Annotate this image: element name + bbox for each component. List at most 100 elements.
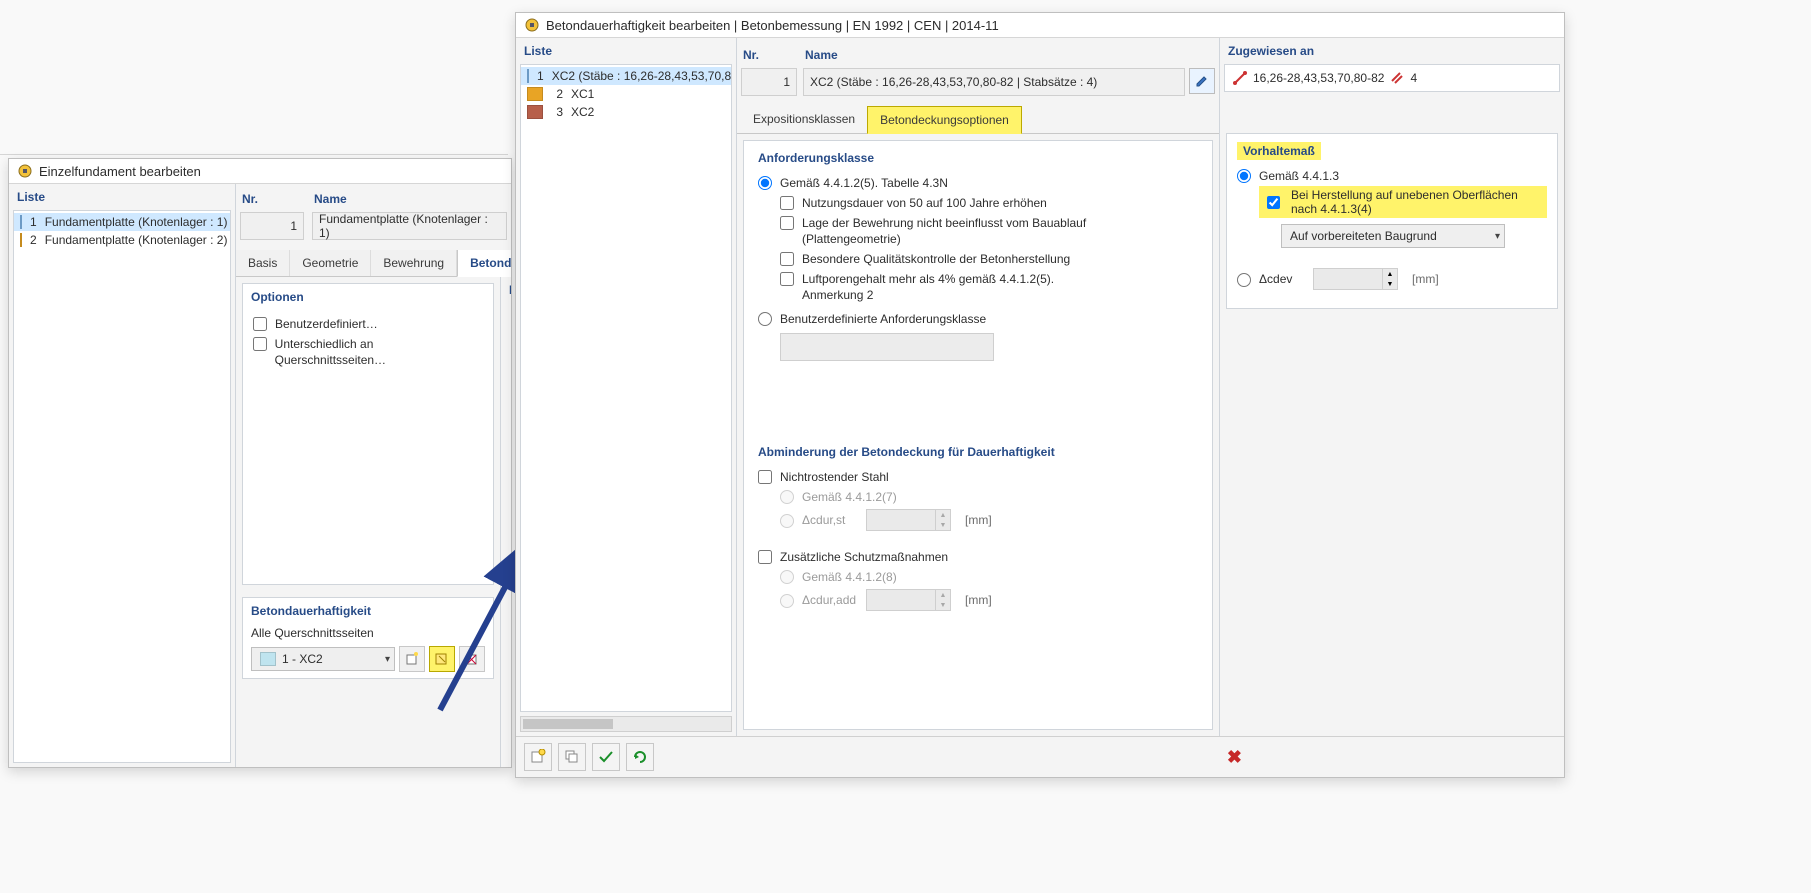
spin-down[interactable]: ▼	[1383, 279, 1397, 289]
radio	[780, 514, 794, 528]
list-item[interactable]: 2 Fundamentplatte (Knotenlager : 2)	[14, 231, 230, 249]
footer-check-button[interactable]	[592, 743, 620, 771]
name-field[interactable]: XC2 (Stäbe : 16,26-28,43,53,70,80-82 | S…	[803, 68, 1185, 96]
spin-down: ▼	[936, 600, 950, 610]
chk-100-jahre[interactable]: Nutzungsdauer von 50 auf 100 Jahre erhöh…	[780, 193, 1047, 213]
titlebar-einzelfundament[interactable]: Einzelfundament bearbeiten	[9, 159, 511, 184]
tab-betondeckung[interactable]: Betondeckung	[457, 250, 511, 277]
chevron-down-icon: ▾	[385, 654, 390, 665]
chk-luftporengehalt[interactable]: Luftporengehalt mehr als 4% gemäß 4.4.1.…	[780, 269, 1062, 305]
new-icon-button[interactable]	[399, 646, 425, 672]
color-swatch	[260, 652, 276, 666]
chk-uneven-label: Bei Herstellung auf unebenen Oberflächen…	[1291, 188, 1543, 216]
right-panel-label: M	[501, 277, 511, 303]
window-einzelfundament: Einzelfundament bearbeiten Liste 1 Funda…	[8, 158, 512, 768]
radio-44128: Gemäß 4.4.1.2(8)	[780, 567, 897, 587]
chk-qualitaetskontrolle[interactable]: Besondere Qualitätskontrolle der Betonhe…	[780, 249, 1070, 269]
checkbox[interactable]	[780, 272, 794, 286]
chk-uneven-surfaces[interactable]	[1267, 196, 1280, 209]
opt-userdefined[interactable]: Benutzerdefiniert…	[253, 314, 378, 334]
abminderung-header: Abminderung der Betondeckung für Dauerha…	[758, 445, 1198, 459]
checkbox[interactable]	[780, 216, 794, 230]
radio-table-43n[interactable]: Gemäß 4.4.1.2(5). Tabelle 4.3N	[758, 173, 948, 193]
vorhaltemass-header: Vorhaltemaß	[1237, 142, 1321, 160]
item-index: 1	[537, 69, 544, 83]
chevron-down-icon: ▾	[1495, 231, 1500, 242]
user-class-input[interactable]	[780, 333, 994, 361]
spin-up: ▲	[936, 510, 950, 520]
list-item[interactable]: 3 XC2	[521, 103, 731, 121]
tab-basis[interactable]: Basis	[236, 250, 290, 276]
footer-copy-button[interactable]	[558, 743, 586, 771]
name-field[interactable]: Fundamentplatte (Knotenlager : 1)	[312, 212, 507, 240]
rename-button[interactable]	[1189, 68, 1215, 94]
radio[interactable]	[1237, 169, 1251, 183]
surface-select[interactable]: Auf vorbereiteten Baugrund ▾	[1281, 224, 1505, 248]
horizontal-scrollbar[interactable]	[520, 716, 732, 732]
list-item[interactable]: 1 Fundamentplatte (Knotenlager : 1)	[14, 213, 230, 231]
footer-refresh-button[interactable]	[626, 743, 654, 771]
tab-geometrie[interactable]: Geometrie	[290, 250, 371, 276]
item-index: 1	[30, 215, 37, 229]
radio-44127: Gemäß 4.4.1.2(7)	[780, 487, 897, 507]
nr-field[interactable]: 1	[240, 212, 304, 240]
spin-up[interactable]: ▲	[1383, 269, 1397, 279]
radio[interactable]	[1237, 273, 1251, 287]
delete-icon-button[interactable]	[459, 646, 485, 672]
durability-header: Betondauerhaftigkeit	[251, 604, 485, 618]
list-item[interactable]: 2 XC1	[521, 85, 731, 103]
opt-diff-sides[interactable]: Unterschiedlich an Querschnittsseiten…	[253, 334, 483, 370]
durability-select[interactable]: 1 - XC2 ▾	[251, 647, 395, 671]
tab-betondeckungsoptionen[interactable]: Betondeckungsoptionen	[867, 106, 1022, 134]
close-icon[interactable]: ✖	[1227, 747, 1242, 768]
color-swatch	[527, 105, 543, 119]
list-item[interactable]: 1 XC2 (Stäbe : 16,26-28,43,53,70,80-82	[521, 67, 731, 85]
options-header: Optionen	[243, 284, 493, 310]
dcdur-st-input: ▲▼	[866, 509, 951, 531]
member-icon	[1233, 71, 1247, 85]
radio	[780, 490, 794, 504]
titlebar-betondauerhaftigkeit[interactable]: Betondauerhaftigkeit bearbeiten | Betonb…	[516, 13, 1564, 38]
edit-icon-button[interactable]	[429, 646, 455, 672]
background-divider	[0, 154, 508, 155]
footer-new-button[interactable]	[524, 743, 552, 771]
dialog-footer: ✖	[516, 736, 1564, 777]
checkbox[interactable]	[780, 196, 794, 210]
checkbox[interactable]	[780, 252, 794, 266]
number-input[interactable]	[1314, 271, 1382, 289]
color-swatch	[20, 233, 22, 247]
radio	[780, 594, 794, 608]
color-swatch	[20, 215, 22, 229]
checkbox[interactable]	[758, 550, 772, 564]
tab-bewehrung[interactable]: Bewehrung	[371, 250, 457, 276]
nr-field[interactable]: 1	[741, 68, 797, 96]
anforderung-header: Anforderungsklasse	[758, 151, 1198, 165]
chk-nichtrostender-stahl[interactable]: Nichtrostender Stahl	[758, 467, 889, 487]
radio[interactable]	[758, 176, 772, 190]
list-header: Liste	[9, 184, 235, 210]
item-label: XC1	[571, 87, 594, 101]
list-header: Liste	[516, 38, 736, 64]
radio[interactable]	[758, 312, 772, 326]
radio-dcdev[interactable]: Δcdev ▲▼ [mm]	[1237, 266, 1439, 292]
window-title: Einzelfundament bearbeiten	[39, 164, 201, 179]
chk-schutzmassnahmen[interactable]: Zusätzliche Schutzmaßnahmen	[758, 547, 948, 567]
checkbox[interactable]	[253, 337, 267, 351]
app-icon	[17, 163, 33, 179]
color-swatch	[527, 87, 543, 101]
checkbox[interactable]	[758, 470, 772, 484]
spin-down: ▼	[936, 520, 950, 530]
number-input	[867, 592, 935, 610]
item-label: Fundamentplatte (Knotenlager : 1)	[45, 215, 228, 229]
chk-lage-bewehrung[interactable]: Lage der Bewehrung nicht beeinflusst vom…	[780, 213, 1102, 249]
checkbox[interactable]	[253, 317, 267, 331]
item-label: Fundamentplatte (Knotenlager : 2)	[45, 233, 228, 247]
number-input	[867, 512, 935, 530]
dcdev-input[interactable]: ▲▼	[1313, 268, 1398, 290]
item-label: XC2 (Stäbe : 16,26-28,43,53,70,80-82	[552, 69, 732, 83]
radio-4413[interactable]: Gemäß 4.4.1.3	[1237, 166, 1339, 186]
radio-user-anforderungsklasse[interactable]: Benutzerdefinierte Anforderungsklasse	[758, 309, 986, 329]
assigned-box: 16,26-28,43,53,70,80-82 4	[1224, 64, 1560, 92]
spin-up: ▲	[936, 590, 950, 600]
tab-expositionsklassen[interactable]: Expositionsklassen	[741, 106, 867, 133]
